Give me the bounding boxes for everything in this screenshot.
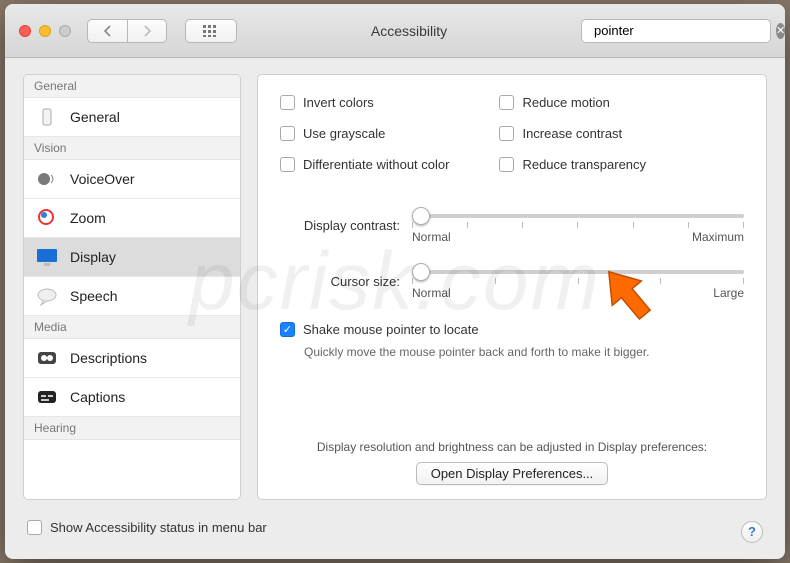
minimize-button[interactable] [39, 25, 51, 37]
window-controls [19, 25, 71, 37]
clear-search-button[interactable]: ✕ [776, 23, 785, 39]
show-all-button[interactable] [185, 19, 237, 43]
cursor-size-label: Cursor size: [280, 274, 400, 289]
option-label: Shake mouse pointer to locate [303, 322, 479, 337]
sidebar-item-label: Zoom [70, 210, 106, 226]
option-label: Reduce transparency [522, 157, 646, 172]
section-header-vision: Vision [24, 137, 240, 160]
sidebar-item-zoom[interactable]: Zoom [24, 199, 240, 238]
speech-icon [34, 285, 60, 307]
display-icon [34, 246, 60, 268]
display-contrast-label: Display contrast: [280, 218, 400, 233]
sidebar-item-label: VoiceOver [70, 171, 135, 187]
search-input[interactable] [594, 23, 770, 38]
forward-button[interactable] [127, 19, 167, 43]
captions-icon [34, 386, 60, 408]
option-label: Use grayscale [303, 126, 385, 141]
voiceover-icon [34, 168, 60, 190]
search-field[interactable]: ✕ [581, 19, 771, 43]
shake-pointer-checkbox[interactable]: ✓Shake mouse pointer to locate [280, 322, 744, 337]
descriptions-icon [34, 347, 60, 369]
increase-contrast-checkbox[interactable]: Increase contrast [499, 126, 646, 141]
open-display-prefs-button[interactable]: Open Display Preferences... [416, 462, 609, 485]
close-button[interactable] [19, 25, 31, 37]
slider-min-label: Normal [412, 286, 451, 300]
settings-panel: Invert colors Use grayscale Differentiat… [257, 74, 767, 500]
zoom-icon [34, 207, 60, 229]
section-header-hearing: Hearing [24, 417, 240, 440]
general-icon [34, 106, 60, 128]
display-contrast-slider[interactable]: Normal Maximum [412, 206, 744, 244]
option-label: Invert colors [303, 95, 374, 110]
option-label: Differentiate without color [303, 157, 449, 172]
shake-help-text: Quickly move the mouse pointer back and … [304, 345, 744, 359]
sidebar-item-voiceover[interactable]: VoiceOver [24, 160, 240, 199]
maximize-button [59, 25, 71, 37]
sidebar-item-label: General [70, 109, 120, 125]
reduce-transparency-checkbox[interactable]: Reduce transparency [499, 157, 646, 172]
slider-max-label: Maximum [692, 230, 744, 244]
reduce-motion-checkbox[interactable]: Reduce motion [499, 95, 646, 110]
section-header-general: General [24, 75, 240, 98]
preferences-window: Accessibility ✕ General General Vision V… [5, 4, 785, 559]
back-button[interactable] [87, 19, 127, 43]
differentiate-color-checkbox[interactable]: Differentiate without color [280, 157, 449, 172]
option-label: Reduce motion [522, 95, 609, 110]
titlebar: Accessibility ✕ [5, 4, 785, 58]
option-label: Show Accessibility status in menu bar [50, 520, 267, 535]
show-in-menubar-checkbox[interactable]: Show Accessibility status in menu bar [27, 520, 267, 535]
sidebar-item-label: Display [70, 249, 116, 265]
category-sidebar[interactable]: General General Vision VoiceOver Zoom Di… [23, 74, 241, 500]
sidebar-item-descriptions[interactable]: Descriptions [24, 339, 240, 378]
sidebar-item-speech[interactable]: Speech [24, 277, 240, 316]
section-header-media: Media [24, 316, 240, 339]
window-title: Accessibility [247, 23, 571, 39]
use-grayscale-checkbox[interactable]: Use grayscale [280, 126, 449, 141]
option-label: Increase contrast [522, 126, 622, 141]
invert-colors-checkbox[interactable]: Invert colors [280, 95, 449, 110]
sidebar-item-captions[interactable]: Captions [24, 378, 240, 417]
help-button[interactable]: ? [741, 521, 763, 543]
sidebar-item-label: Speech [70, 288, 117, 304]
sidebar-item-label: Descriptions [70, 350, 147, 366]
display-prefs-hint: Display resolution and brightness can be… [280, 440, 744, 454]
sidebar-item-display[interactable]: Display [24, 238, 240, 277]
nav-group [87, 19, 167, 43]
sidebar-item-general[interactable]: General [24, 98, 240, 137]
sidebar-item-label: Captions [70, 389, 125, 405]
slider-min-label: Normal [412, 230, 451, 244]
cursor-size-slider[interactable]: Normal Large [412, 262, 744, 300]
slider-max-label: Large [713, 286, 744, 300]
